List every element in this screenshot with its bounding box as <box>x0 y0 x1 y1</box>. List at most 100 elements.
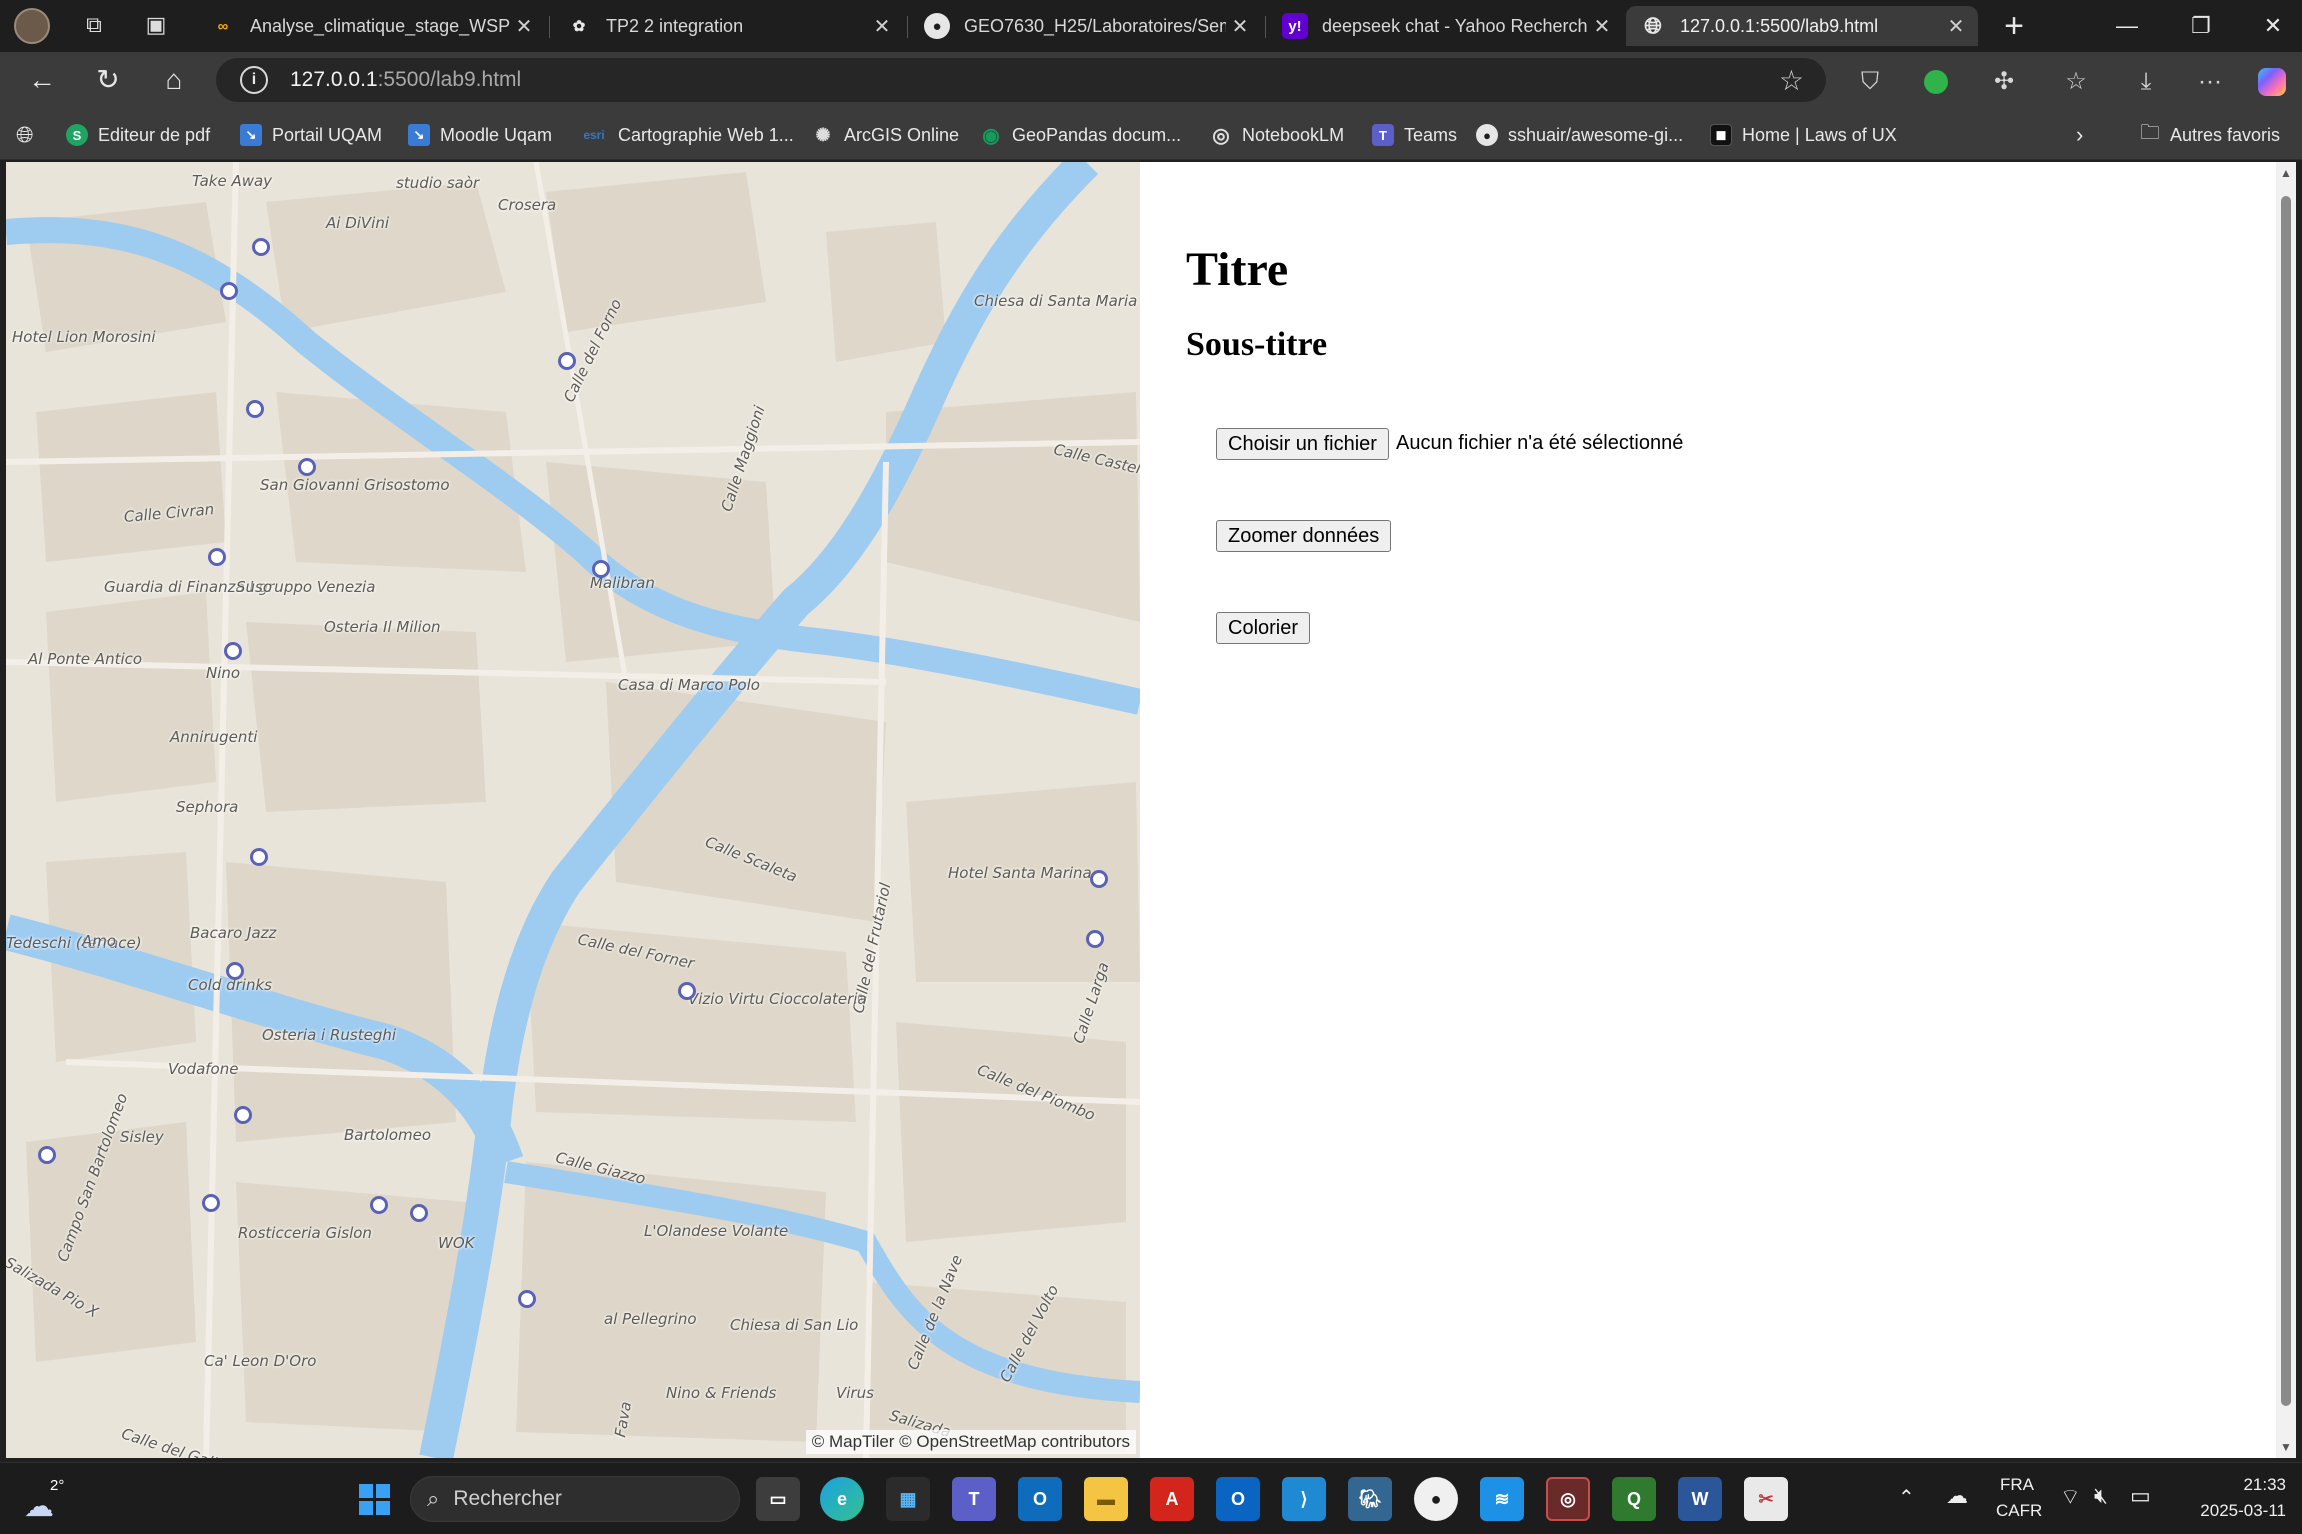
teams-taskbar-icon[interactable]: T <box>952 1477 996 1521</box>
map-poi-marker-icon[interactable] <box>678 982 696 1000</box>
bookmark-globe-icon[interactable]: 🌐︎ <box>16 120 34 150</box>
bookmark-teams[interactable]: T Teams <box>1372 120 1457 150</box>
refresh-icon[interactable]: ↻ <box>88 60 128 100</box>
map-poi-marker-icon[interactable] <box>38 1146 56 1164</box>
network-status-icon[interactable]: ☁ <box>1946 1483 1968 1509</box>
map-poi-marker-icon[interactable] <box>202 1194 220 1212</box>
tab-lab9[interactable]: 🌐︎ 127.0.0.1:5500/lab9.html ✕ <box>1626 6 1978 46</box>
active-app-taskbar-icon[interactable]: ◎ <box>1546 1477 1590 1521</box>
zoom-data-button[interactable]: Zoomer données <box>1216 520 1392 552</box>
start-button[interactable] <box>352 1477 396 1521</box>
volume-muted-icon[interactable]: 🔇︎ <box>2094 1483 2108 1509</box>
vscode-taskbar-icon[interactable]: ⟩ <box>1282 1477 1326 1521</box>
downloads-icon[interactable]: ⤓ <box>2128 64 2164 100</box>
map-attribution[interactable]: © MapTiler © OpenStreetMap contributors <box>805 1430 1136 1454</box>
back-icon[interactable]: ← <box>22 60 62 100</box>
close-window-button[interactable]: ✕ <box>2248 8 2298 44</box>
map-poi-marker-icon[interactable] <box>410 1204 428 1222</box>
map-poi-marker-icon[interactable] <box>518 1290 536 1308</box>
bookmark-portail-uqam[interactable]: ↘ Portail UQAM <box>240 120 382 150</box>
close-tab-icon[interactable]: ✕ <box>510 14 538 39</box>
bookmark-moodle-uqam[interactable]: ↘ Moodle Uqam <box>408 120 552 150</box>
map-poi-marker-icon[interactable] <box>1086 930 1104 948</box>
bookmark-arcgis-online[interactable]: ✺ ArcGIS Online <box>812 120 959 150</box>
map-poi-marker-icon[interactable] <box>208 548 226 566</box>
home-icon[interactable]: ⌂ <box>154 60 194 100</box>
choose-file-button[interactable]: Choisir un fichier <box>1216 428 1389 460</box>
map-poi-marker-icon[interactable] <box>246 400 264 418</box>
taskbar-search[interactable]: ⌕ Rechercher <box>410 1476 740 1522</box>
file-explorer-taskbar-icon[interactable]: ▬ <box>1084 1477 1128 1521</box>
tab-yahoo[interactable]: y! deepseek chat - Yahoo Recherche ✕ <box>1268 6 1624 46</box>
extension-green-icon[interactable] <box>1918 64 1954 100</box>
task-view-icon[interactable]: ▭ <box>756 1477 800 1521</box>
page-scrollbar[interactable]: ▲ ▼ <box>2276 162 2296 1458</box>
scroll-down-icon[interactable]: ▼ <box>2279 1440 2293 1454</box>
edge-taskbar-icon[interactable]: e <box>820 1477 864 1521</box>
bookmark-laws-of-ux[interactable]: ◼ Home | Laws of UX <box>1710 120 1897 150</box>
map-poi-marker-icon[interactable] <box>220 282 238 300</box>
more-menu-icon[interactable]: ··· <box>2192 64 2228 100</box>
close-tab-icon[interactable]: ✕ <box>1588 14 1616 39</box>
weather-widget[interactable]: ☁ 2° <box>24 1475 84 1523</box>
wifi-icon[interactable]: ⌔ <box>2060 1483 2081 1511</box>
tab-chatgpt[interactable]: ✿ TP2 2 integration ✕ <box>552 6 904 46</box>
keyboard-layout[interactable]: CAFR <box>1996 1501 2042 1521</box>
input-language[interactable]: FRA <box>2000 1475 2034 1495</box>
show-hidden-icons-chevron-icon[interactable]: ⌃ <box>1898 1485 1915 1510</box>
map-container[interactable]: Take Away studio saòr Crosera Ai DiVini Hote… <box>6 162 1140 1458</box>
clock-date[interactable]: 2025-03-11 <box>2176 1501 2286 1521</box>
outlook-taskbar-icon[interactable]: O <box>1216 1477 1260 1521</box>
store-taskbar-icon[interactable]: ▦ <box>886 1477 930 1521</box>
bookmark-geopandas[interactable]: ◉ GeoPandas docum... <box>980 120 1181 150</box>
restore-button[interactable]: ❐ <box>2176 8 2226 44</box>
address-bar[interactable]: i 127.0.0.1:5500/lab9.html ☆ <box>216 58 1826 102</box>
bookmark-notebooklm[interactable]: ◎ NotebookLM <box>1210 120 1344 150</box>
github-taskbar-icon[interactable]: ● <box>1414 1477 1458 1521</box>
new-tab-button[interactable]: + <box>1996 8 2032 44</box>
favorite-star-icon[interactable]: ☆ <box>1779 64 1804 97</box>
profile-avatar[interactable] <box>14 8 50 44</box>
map-poi-marker-icon[interactable] <box>592 560 610 578</box>
docker-taskbar-icon[interactable]: ≋ <box>1480 1477 1524 1521</box>
close-tab-icon[interactable]: ✕ <box>1226 14 1254 39</box>
battery-icon[interactable]: ▭ <box>2130 1483 2151 1509</box>
map-poi-marker-icon[interactable] <box>298 458 316 476</box>
bookmark-cartographie-web[interactable]: esri Cartographie Web 1... <box>580 120 793 150</box>
map-poi-marker-icon[interactable] <box>224 642 242 660</box>
map-poi-marker-icon[interactable] <box>370 1196 388 1214</box>
bookmarks-overflow-chevron-icon[interactable]: › <box>2076 120 2083 150</box>
map-label: Al Ponte Antico <box>28 650 143 668</box>
workspaces-icon[interactable]: ⧉ <box>80 12 108 40</box>
clock-time[interactable]: 21:33 <box>2176 1475 2286 1495</box>
minimize-button[interactable]: — <box>2102 8 2152 44</box>
extensions-puzzle-icon[interactable]: ✣ <box>1986 64 2022 100</box>
copilot-icon[interactable] <box>2254 64 2290 100</box>
bookmark-awesome-gis[interactable]: ● sshuair/awesome-gi... <box>1476 120 1683 150</box>
snipping-tool-taskbar-icon[interactable]: ✂ <box>1744 1477 1788 1521</box>
map-poi-marker-icon[interactable] <box>1090 870 1108 888</box>
acrobat-taskbar-icon[interactable]: A <box>1150 1477 1194 1521</box>
close-tab-icon[interactable]: ✕ <box>868 14 896 39</box>
map-poi-marker-icon[interactable] <box>252 238 270 256</box>
scrollbar-thumb[interactable] <box>2281 196 2291 1406</box>
other-favorites[interactable]: 🗀︎ Autres favoris <box>2140 120 2280 150</box>
map-poi-marker-icon[interactable] <box>250 848 268 866</box>
bookmark-editeur-pdf[interactable]: S Editeur de pdf <box>66 120 210 150</box>
scroll-up-icon[interactable]: ▲ <box>2279 166 2293 180</box>
site-info-icon[interactable]: i <box>240 66 268 94</box>
vertical-tabs-icon[interactable]: ▣ <box>142 12 170 40</box>
qgis-taskbar-icon[interactable]: Q <box>1612 1477 1656 1521</box>
map-poi-marker-icon[interactable] <box>558 352 576 370</box>
tab-github[interactable]: ● GEO7630_H25/Laboratoires/Sem ✕ <box>910 6 1262 46</box>
map-poi-marker-icon[interactable] <box>234 1106 252 1124</box>
colorize-button[interactable]: Colorier <box>1216 612 1311 644</box>
postgres-taskbar-icon[interactable]: 🐘︎ <box>1348 1477 1392 1521</box>
map-poi-marker-icon[interactable] <box>226 962 244 980</box>
close-tab-icon[interactable]: ✕ <box>1942 14 1970 39</box>
tab-colab[interactable]: ∞ Analyse_climatique_stage_WSP - ✕ <box>196 6 546 46</box>
favorites-icon[interactable]: ☆ <box>2058 64 2094 100</box>
outlook-new-taskbar-icon[interactable]: O <box>1018 1477 1062 1521</box>
shield-icon[interactable]: ⛉ <box>1852 64 1888 100</box>
word-taskbar-icon[interactable]: W <box>1678 1477 1722 1521</box>
